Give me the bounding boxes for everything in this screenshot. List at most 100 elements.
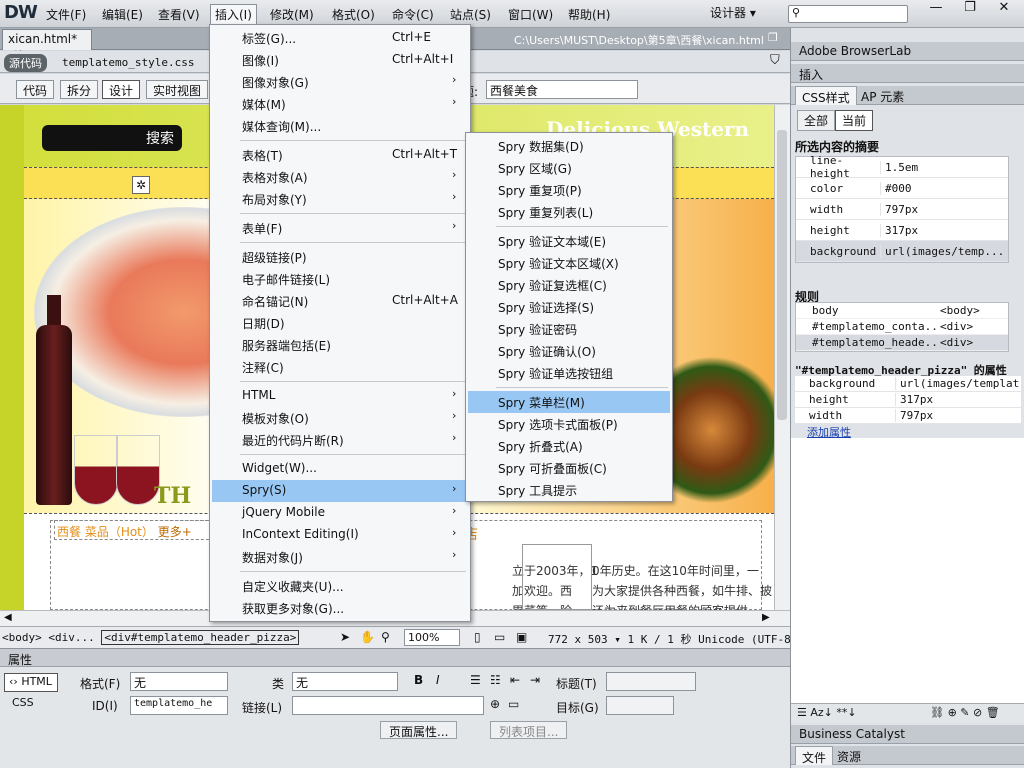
list-item-button[interactable]: 列表项目...	[490, 721, 568, 739]
spry-menu-item[interactable]: Spry 工具提示	[468, 479, 670, 501]
restore-button[interactable]: ❐	[954, 0, 986, 18]
menu-insert[interactable]: 插入(I)	[210, 4, 257, 24]
format-select[interactable]: 无	[130, 672, 228, 691]
insert-menu-item[interactable]: 数据对象(J) ›	[212, 546, 468, 568]
insert-menu-item[interactable]: 表格(T) Ctrl+Alt+T	[212, 144, 468, 166]
tablet-size-icon[interactable]: ▭	[494, 630, 505, 644]
insert-menu-item[interactable]: 超级链接(P)	[212, 246, 468, 268]
spry-menu-item[interactable]: Spry 菜单栏(M)	[468, 391, 670, 413]
insert-menu-item[interactable]: 媒体查询(M)...	[212, 115, 468, 137]
hot-menu-heading[interactable]: 西餐 菜品（Hot） 更多+	[54, 520, 214, 540]
insert-menu-item[interactable]: 表格对象(A) ›	[212, 166, 468, 188]
view-design-button[interactable]: 设计	[102, 80, 141, 99]
tag-body[interactable]: <body>	[2, 631, 42, 644]
rules-row[interactable]: #templatemo_conta... <div>	[796, 319, 1008, 335]
menu-file[interactable]: 文件(F)	[42, 5, 90, 24]
target-select[interactable]	[606, 696, 674, 715]
view-live-button[interactable]: 实时视图	[146, 80, 209, 99]
help-search-input[interactable]: ⚲	[788, 5, 908, 23]
page-title-input[interactable]: 西餐美食	[486, 80, 638, 99]
browserlab-panel-header[interactable]: Adobe BrowserLab	[791, 42, 1024, 61]
point-to-file-icon[interactable]: ⊕	[490, 697, 500, 711]
view-split-button[interactable]: 拆分	[60, 80, 99, 99]
show-category-icon[interactable]: ☰	[797, 706, 807, 719]
scroll-left-icon[interactable]: ◀	[4, 612, 12, 623]
insert-menu-item[interactable]: 电子邮件链接(L)	[212, 268, 468, 290]
zoom-tool-icon[interactable]: ⚲	[381, 630, 390, 644]
summary-row[interactable]: background url(images/temp...	[796, 241, 1008, 262]
business-catalyst-header[interactable]: Business Catalyst	[791, 725, 1024, 744]
menu-commands[interactable]: 命令(C)	[388, 5, 438, 24]
insert-menu-item[interactable]: 布局对象(Y) ›	[212, 188, 468, 210]
unordered-list-icon[interactable]: ☰	[470, 673, 481, 687]
id-select[interactable]: templatemo_he	[130, 696, 228, 715]
insert-panel-header[interactable]: 插入	[791, 64, 1024, 83]
menu-view[interactable]: 查看(V)	[154, 5, 204, 24]
tab-files[interactable]: 文件	[795, 746, 834, 765]
hot-more-link[interactable]: 更多+	[158, 525, 192, 539]
insert-menu-item[interactable]: InContext Editing(I) ›	[212, 524, 468, 546]
restore-doc-icon[interactable]: ❐	[768, 31, 778, 44]
properties-header[interactable]: 属性	[0, 648, 790, 667]
summary-row[interactable]: height 317px	[796, 220, 1008, 241]
insert-menu-item[interactable]: 注释(C)	[212, 356, 468, 378]
desktop-size-icon[interactable]: ▣	[516, 630, 527, 644]
zoom-select[interactable]: 100%	[404, 629, 460, 646]
italic-button[interactable]: I	[436, 673, 440, 687]
props-row[interactable]: background url(images/templat...	[795, 376, 1021, 392]
class-select[interactable]: 无	[292, 672, 398, 691]
scroll-right-icon[interactable]: ▶	[762, 612, 770, 623]
insert-menu-item[interactable]: 日期(D)	[212, 312, 468, 334]
menu-format[interactable]: 格式(O)	[328, 5, 379, 24]
insert-menu-item[interactable]: 媒体(M) ›	[212, 93, 468, 115]
tab-assets[interactable]: 资源	[831, 746, 867, 765]
menu-help[interactable]: 帮助(H)	[564, 5, 614, 24]
insert-menu-item[interactable]: 自定义收藏夹(U)...	[212, 575, 468, 597]
tag-div[interactable]: <div...	[48, 631, 94, 644]
insert-menu-item[interactable]: 服务器端包括(E)	[212, 334, 468, 356]
insert-menu-item[interactable]: 命名锚记(N) Ctrl+Alt+A	[212, 290, 468, 312]
sort-az-icon[interactable]: Az↓	[810, 706, 833, 719]
indent-icon[interactable]: ⇥	[530, 673, 540, 687]
menu-site[interactable]: 站点(S)	[446, 5, 495, 24]
outdent-icon[interactable]: ⇤	[510, 673, 520, 687]
title-attr-input[interactable]	[606, 672, 696, 691]
spry-menu-item[interactable]: Spry 重复列表(L)	[468, 201, 670, 223]
spry-menu-item[interactable]: Spry 验证文本区域(X)	[468, 252, 670, 274]
tag-div-header[interactable]: <div#templatemo_header_pizza>	[101, 630, 300, 645]
insert-menu-item[interactable]: 最近的代码片断(R) ›	[212, 429, 468, 451]
delete-rule-icon[interactable]: 🗑	[986, 706, 1000, 719]
link-input[interactable]	[292, 696, 484, 715]
disable-rule-icon[interactable]: ⊘	[973, 706, 982, 719]
show-set-icon[interactable]: **↓	[836, 706, 856, 719]
insert-menu-item[interactable]: 图像(I) Ctrl+Alt+I	[212, 49, 468, 71]
spry-menu-item[interactable]: Spry 验证文本域(E)	[468, 230, 670, 252]
page-properties-button[interactable]: 页面属性...	[380, 721, 458, 739]
insert-menu-item[interactable]: Widget(W)...	[212, 458, 468, 480]
document-tab[interactable]: xican.html* ✕	[2, 29, 92, 60]
edit-rule-icon[interactable]: ✎	[960, 706, 969, 719]
spry-menu-item[interactable]: Spry 验证选择(S)	[468, 296, 670, 318]
insert-menu-item[interactable]: 表单(F) ›	[212, 217, 468, 239]
attach-stylesheet-icon[interactable]: ⛓	[930, 706, 944, 719]
props-row[interactable]: width 797px	[795, 408, 1021, 424]
site-search-button[interactable]: 搜索	[42, 125, 182, 151]
canvas-scroll-thumb[interactable]	[777, 130, 787, 420]
spry-menu-item[interactable]: Spry 验证确认(O)	[468, 340, 670, 362]
spry-menu-item[interactable]: Spry 区域(G)	[468, 157, 670, 179]
source-code-tab[interactable]: 源代码	[4, 54, 47, 72]
ordered-list-icon[interactable]: ☷	[490, 673, 501, 687]
workspace-switcher[interactable]: 设计器 ▾	[710, 4, 756, 21]
spry-menu-item[interactable]: Spry 折叠式(A)	[468, 435, 670, 457]
spry-menu-item[interactable]: Spry 验证复选框(C)	[468, 274, 670, 296]
spry-menu-item[interactable]: Spry 重复项(P)	[468, 179, 670, 201]
css-current-button[interactable]: 当前	[835, 110, 874, 131]
spry-menu-item[interactable]: Spry 选项卡式面板(P)	[468, 413, 670, 435]
summary-row[interactable]: color #000	[796, 178, 1008, 199]
hand-tool-icon[interactable]: ✋	[360, 630, 375, 644]
new-rule-icon[interactable]: ⊕	[948, 706, 957, 719]
browse-folder-icon[interactable]: ▭	[508, 697, 519, 711]
mobile-size-icon[interactable]: ▯	[474, 630, 481, 644]
select-tool-icon[interactable]: ➤	[340, 630, 350, 644]
spry-menu-item[interactable]: Spry 数据集(D)	[468, 135, 670, 157]
